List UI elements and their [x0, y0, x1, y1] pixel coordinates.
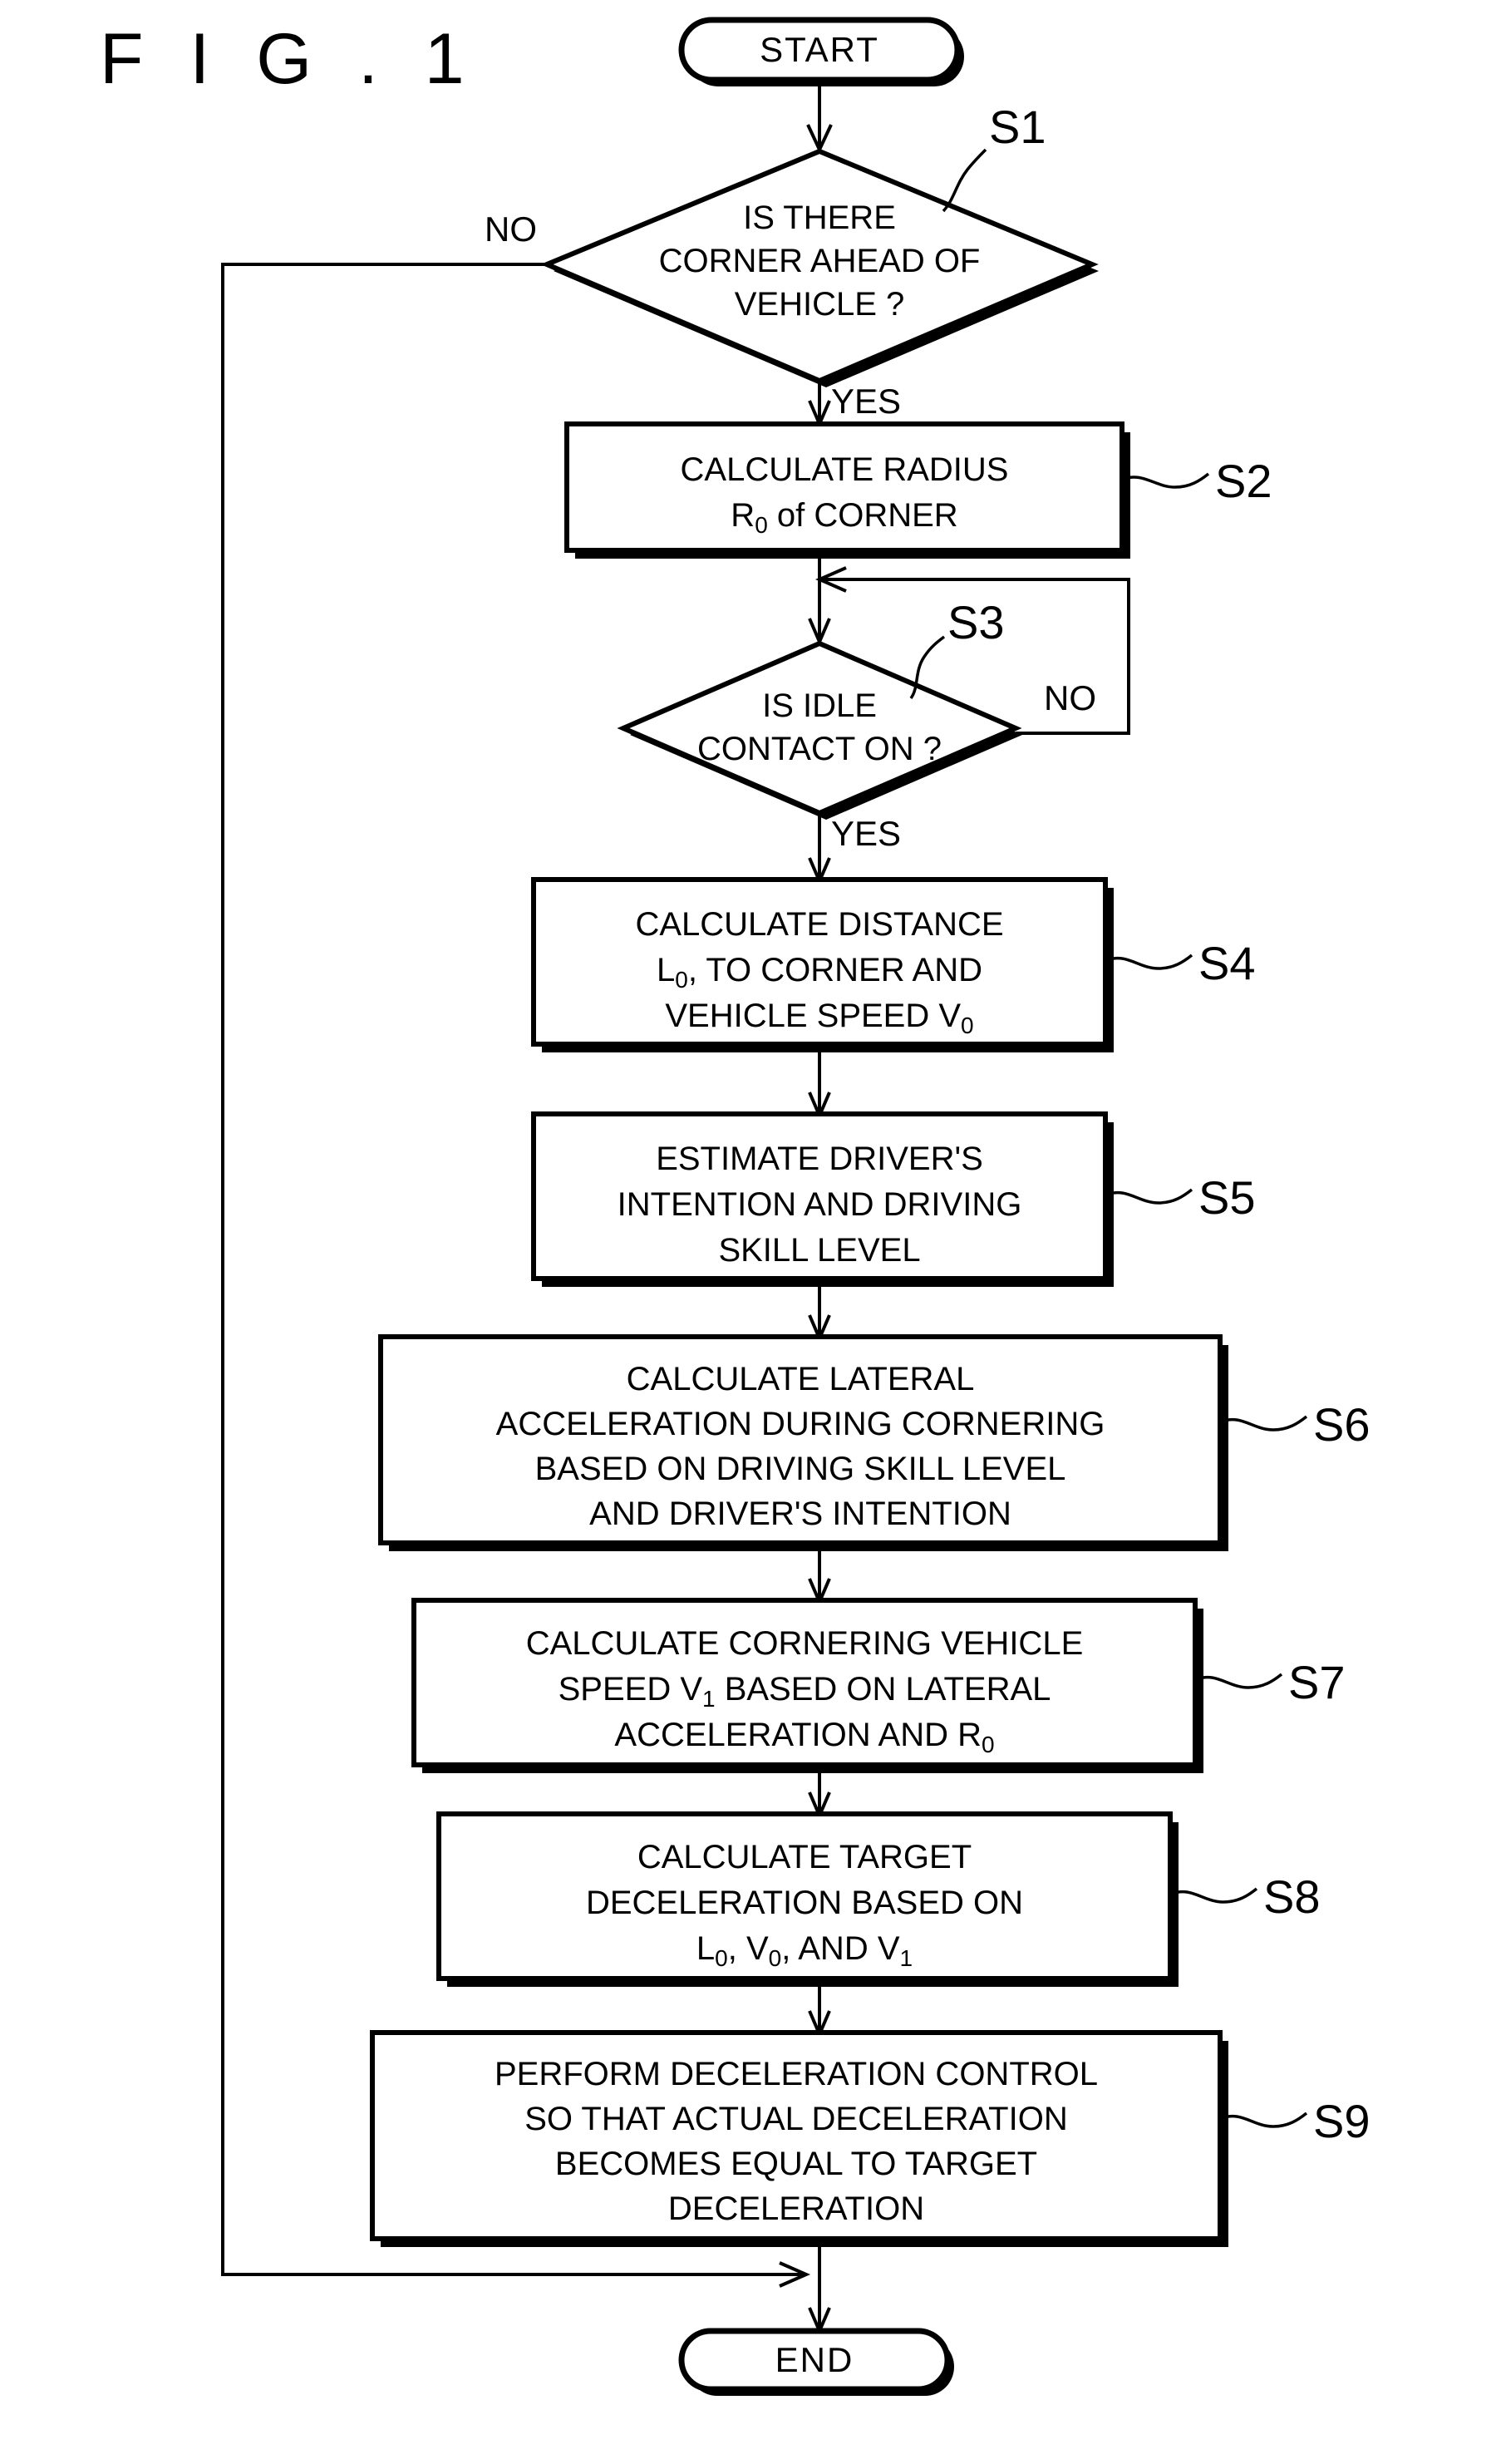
s8-step-label: S8 [1263, 1870, 1321, 1923]
s2-leader: S2 [1123, 455, 1272, 507]
s6-leader: S6 [1221, 1398, 1371, 1451]
s2-line-1: CALCULATE RADIUS [681, 451, 1009, 488]
connector-s2-to-s3 [808, 550, 831, 647]
s3-no-label: NO [1044, 678, 1096, 717]
s8-line-3: L0, V0, AND V1 [696, 1930, 913, 1971]
end-terminator: END [678, 2328, 954, 2396]
s9-line-1: PERFORM DECELERATION CONTROL [495, 2056, 1098, 2092]
decision-s3: IS IDLE CONTACT ON ? [617, 640, 1022, 820]
s1-yes-label: YES [831, 382, 901, 421]
s6-step-label: S6 [1313, 1398, 1371, 1451]
s1-step-label: S1 [989, 101, 1046, 153]
decision-s1: IS THERE CORNER AHEAD OF VEHICLE ? [540, 148, 1099, 387]
s6-line-1: CALCULATE LATERAL [627, 1361, 975, 1397]
s7-line-2: SPEED V1 BASED ON LATERAL [559, 1671, 1051, 1712]
connector-start-to-s1 [806, 80, 833, 154]
s5-line-1: ESTIMATE DRIVER'S [656, 1141, 983, 1177]
s3-line-2: CONTACT ON ? [697, 731, 942, 767]
s7-line-1: CALCULATE CORNERING VEHICLE [526, 1625, 1084, 1662]
s1-line-3: VEHICLE ? [735, 286, 905, 323]
s7-leader: S7 [1196, 1656, 1346, 1708]
s3-leader: S3 [909, 596, 1005, 700]
process-s8: CALCULATE TARGET DECELERATION BASED ON L… [436, 1811, 1179, 1987]
s3-step-label: S3 [947, 596, 1005, 648]
connector-s6-to-s7 [808, 1543, 831, 1607]
process-s2: CALCULATE RADIUS R0 of CORNER [564, 421, 1130, 559]
end-label: END [775, 2340, 854, 2379]
s3-line-1: IS IDLE [762, 687, 877, 724]
process-s9: PERFORM DECELERATION CONTROL SO THAT ACT… [370, 2030, 1228, 2247]
s9-line-3: BECOMES EQUAL TO TARGET [555, 2146, 1037, 2182]
start-terminator: START [678, 17, 964, 86]
s1-line-2: CORNER AHEAD OF [659, 243, 981, 279]
s4-step-label: S4 [1198, 937, 1256, 989]
process-s6: CALCULATE LATERAL ACCELERATION DURING CO… [378, 1334, 1228, 1551]
process-s7: CALCULATE CORNERING VEHICLE SPEED V1 BAS… [411, 1598, 1203, 1773]
s6-line-2: ACCELERATION DURING CORNERING [496, 1406, 1105, 1442]
connector-s4-to-s5 [808, 1044, 831, 1121]
s1-line-1: IS THERE [743, 200, 896, 236]
s4-leader: S4 [1106, 937, 1256, 989]
s6-line-4: AND DRIVER'S INTENTION [589, 1496, 1011, 1532]
s5-leader: S5 [1106, 1171, 1256, 1224]
process-s4: CALCULATE DISTANCE L0, TO CORNER AND VEH… [531, 877, 1114, 1052]
figure-page: F I G . 1 START IS THERE CORNER AHEAD OF… [0, 0, 1496, 2464]
s9-line-2: SO THAT ACTUAL DECELERATION [524, 2101, 1067, 2137]
s5-step-label: S5 [1198, 1171, 1256, 1224]
s9-leader: S9 [1221, 2095, 1371, 2147]
connector-s8-to-s9 [808, 1979, 831, 2039]
s8-line-2: DECELERATION BASED ON [586, 1885, 1023, 1921]
s5-line-2: INTENTION AND DRIVING [618, 1186, 1022, 1223]
connector-s9-to-end [808, 2239, 831, 2336]
s5-line-3: SKILL LEVEL [718, 1232, 920, 1269]
start-label: START [760, 30, 879, 69]
s8-leader: S8 [1171, 1870, 1321, 1923]
connector-s5-to-s6 [808, 1279, 831, 1343]
s1-leader: S1 [942, 101, 1046, 213]
s9-line-4: DECELERATION [668, 2190, 924, 2227]
s3-yes-label: YES [831, 814, 901, 853]
s9-step-label: S9 [1313, 2095, 1371, 2147]
s4-line-3: VEHICLE SPEED V0 [665, 998, 973, 1038]
s4-line-1: CALCULATE DISTANCE [635, 906, 1003, 943]
connector-s3-to-s4 [808, 813, 831, 886]
s1-no-label: NO [485, 209, 537, 249]
s2-step-label: S2 [1215, 455, 1272, 507]
figure-title: F I G . 1 [100, 19, 478, 99]
s6-line-3: BASED ON DRIVING SKILL LEVEL [535, 1451, 1066, 1487]
flowchart-canvas: F I G . 1 START IS THERE CORNER AHEAD OF… [100, 17, 1371, 2396]
s7-line-3: ACCELERATION AND R0 [614, 1717, 994, 1757]
s4-line-2: L0, TO CORNER AND [657, 952, 982, 993]
s8-line-1: CALCULATE TARGET [637, 1839, 972, 1875]
process-s5: ESTIMATE DRIVER'S INTENTION AND DRIVING … [531, 1111, 1114, 1287]
s7-step-label: S7 [1288, 1656, 1346, 1708]
